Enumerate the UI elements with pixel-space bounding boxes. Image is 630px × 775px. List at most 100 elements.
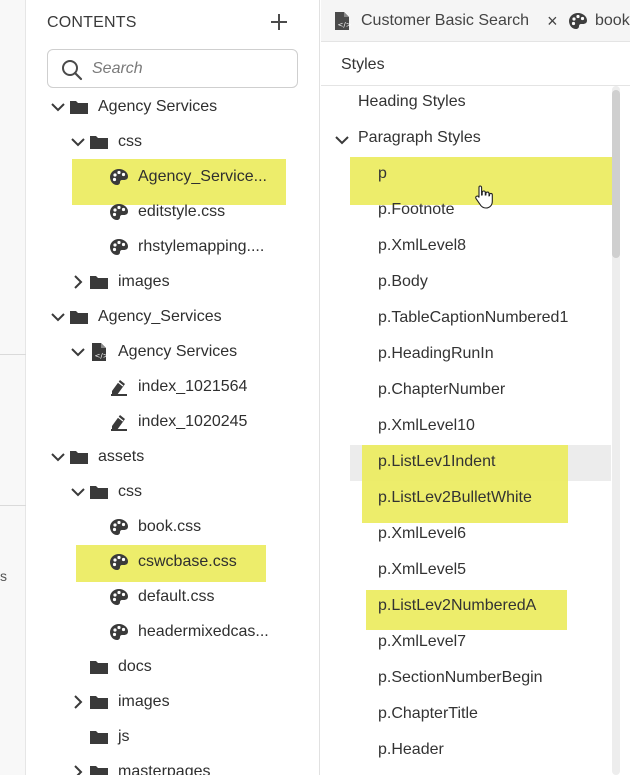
style-item-label: p.HeadingRunIn (378, 345, 494, 362)
index-file-icon (108, 376, 130, 398)
style-item-label: p.XmlLevel8 (378, 237, 467, 254)
style-item-label: p.ListLev2NumberedA (378, 597, 537, 614)
tree-file-cswcbase-css[interactable]: cswcbase.css (88, 547, 237, 577)
tree-item-label: css (118, 483, 142, 500)
style-item-label: p.ListLev1Indent (378, 453, 496, 470)
style-item[interactable]: p.ListLev1Indent (378, 453, 495, 471)
tree-item-label: editstyle.css (138, 203, 226, 220)
tree-folder-assets[interactable]: assets (48, 442, 144, 472)
plus-icon[interactable] (267, 10, 291, 34)
tree-item-label: js (118, 728, 130, 745)
chevron-right-icon[interactable] (68, 272, 88, 292)
tree-folder-agency-services[interactable]: Agency Services (48, 92, 217, 122)
stylesheet-icon (567, 11, 589, 31)
tree-folder-assets-images[interactable]: images (68, 687, 170, 717)
tree-file-agency-service-css[interactable]: Agency_Service... (88, 162, 267, 192)
close-icon[interactable]: × (547, 11, 558, 32)
chevron-right-icon[interactable] (68, 762, 88, 775)
tab-customer-basic-search[interactable]: </> Customer Basic Search × (333, 0, 558, 42)
style-item[interactable]: p.Body (378, 273, 428, 291)
folder-icon (88, 761, 110, 775)
tree-item-label: cswcbase.css (138, 553, 237, 570)
tree-item-label: book.css (138, 518, 202, 535)
style-item[interactable]: p.Header (378, 741, 444, 759)
chevron-down-icon[interactable] (48, 307, 68, 327)
tree-item-label: index_1021564 (138, 378, 248, 395)
stylesheet-icon (108, 516, 130, 538)
tree-item-label: Agency_Services (98, 308, 222, 325)
style-item-label: Heading Styles (358, 93, 466, 110)
style-item[interactable]: p.ListLev2NumberedA (378, 597, 536, 615)
chevron-down-icon[interactable] (68, 482, 88, 502)
style-group-paragraph-styles[interactable]: Paragraph Styles (335, 129, 481, 147)
style-group-heading-styles[interactable]: Heading Styles (358, 93, 466, 111)
chevron-down-icon[interactable] (68, 342, 88, 362)
tree-item-label: Agency_Service... (138, 168, 267, 185)
contents-panel: CONTENTS Agency Services css Agency_Servic… (27, 0, 333, 775)
tab-label: book (595, 12, 630, 29)
style-item[interactable]: p.XmlLevel5 (378, 561, 466, 579)
style-item[interactable]: p.XmlLevel10 (378, 417, 475, 435)
stylesheet-icon (108, 621, 130, 643)
tree-file-book-css[interactable]: book.css (88, 512, 201, 542)
tree-folder-images[interactable]: images (68, 267, 170, 297)
tree-folder-assets-css[interactable]: css (68, 477, 142, 507)
style-item[interactable]: p.XmlLevel7 (378, 633, 466, 651)
tree-item-label: default.css (138, 588, 215, 605)
tree-file-index-1020245[interactable]: index_1020245 (88, 407, 247, 437)
style-item[interactable]: p.HeadingRunIn (378, 345, 494, 363)
chevron-right-icon[interactable] (68, 692, 88, 712)
style-item[interactable]: p.ListLev2BulletWhite (378, 489, 532, 507)
style-item[interactable]: p.ChapterNumber (378, 381, 505, 399)
tab-book[interactable]: book (567, 0, 630, 42)
style-item[interactable]: p.Footnote (378, 201, 455, 219)
tree-file-headermixedcas[interactable]: headermixedcas... (88, 617, 269, 647)
style-item[interactable]: p.ChapterTitle (378, 705, 478, 723)
chevron-down-icon[interactable] (335, 132, 349, 150)
tree-file-editstyle-css[interactable]: editstyle.css (88, 197, 225, 227)
chevron-down-icon[interactable] (48, 447, 68, 467)
search-input[interactable] (92, 56, 287, 81)
tree-folder-css[interactable]: css (68, 127, 142, 157)
folder-icon (88, 131, 110, 153)
tree-file-index-1021564[interactable]: index_1021564 (88, 372, 247, 402)
style-item[interactable]: p.TableCaptionNumbered1 (378, 309, 568, 327)
strip-divider (0, 354, 26, 355)
tree-folder-agency-services-2[interactable]: Agency_Services (48, 302, 222, 332)
style-item-label: p.XmlLevel5 (378, 561, 467, 578)
search-box[interactable] (47, 49, 298, 88)
styles-title: Styles (341, 56, 385, 73)
index-file-icon (108, 411, 130, 433)
styles-scroll-thumb[interactable] (612, 90, 620, 258)
chevron-down-icon[interactable] (48, 97, 68, 117)
tree-item-label: css (118, 133, 142, 150)
tree-item-label: assets (98, 448, 145, 465)
chevron-down-icon[interactable] (68, 132, 88, 152)
hand-cursor-icon (475, 185, 493, 209)
folder-icon (88, 691, 110, 713)
tree-file-agency-services-html[interactable]: </> Agency Services (68, 337, 237, 367)
style-item[interactable]: p.SectionNumberBegin (378, 669, 543, 687)
tree-folder-docs[interactable]: docs (68, 652, 152, 682)
style-item-label: Paragraph Styles (358, 129, 481, 146)
tree-file-rhstylemapping[interactable]: rhstylemapping.... (88, 232, 264, 262)
tree-folder-js[interactable]: js (68, 722, 130, 752)
svg-text:</>: </> (95, 352, 109, 360)
style-item[interactable]: p (378, 165, 387, 183)
search-icon (62, 60, 83, 81)
folder-icon (68, 306, 90, 328)
tree-folder-masterpages[interactable]: masterpages (68, 757, 211, 775)
tree-item-label: images (118, 693, 170, 710)
strip-divider (0, 505, 26, 506)
svg-text:</>: </> (338, 21, 352, 29)
tab-bar: </> Customer Basic Search × book (321, 0, 630, 42)
tree-file-default-css[interactable]: default.css (88, 582, 214, 612)
style-item[interactable]: p.XmlLevel6 (378, 525, 466, 543)
style-item[interactable]: p.XmlLevel8 (378, 237, 466, 255)
